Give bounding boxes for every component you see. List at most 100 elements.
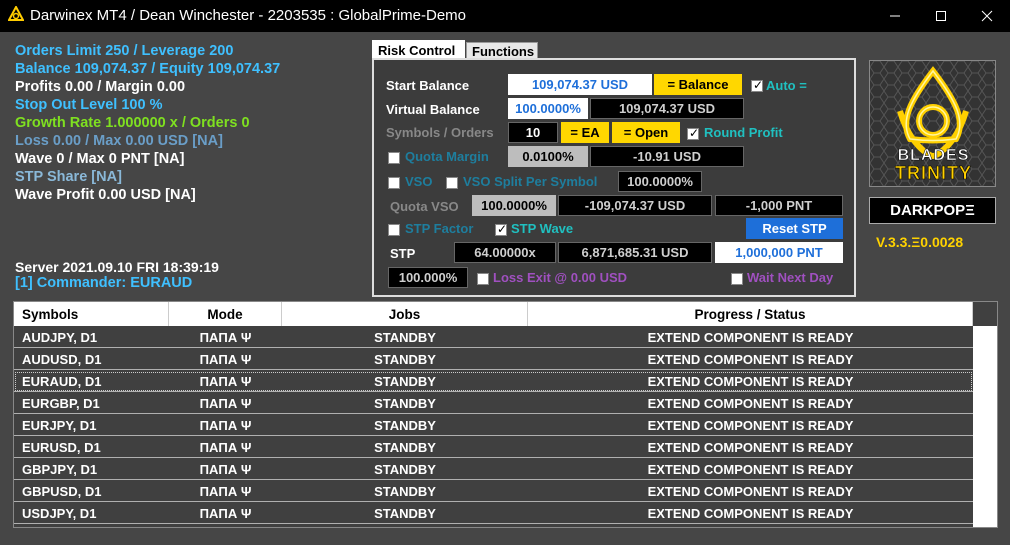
- table-row[interactable]: AUDJPY, D1 ΠΑΠΑ Ψ STANDBY EXTEND COMPONENT …: [14, 327, 973, 348]
- stp-multiplier-field[interactable]: 64.00000x: [454, 242, 556, 263]
- symbols-count-field[interactable]: 10: [508, 122, 558, 143]
- cell-mode: ΠΑΠΑ Ψ: [199, 396, 252, 411]
- cell-status: EXTEND COMPONENT IS READY: [647, 330, 854, 345]
- quota-vso-pnt-value: -1,000 PNT: [715, 195, 843, 216]
- blades-trinity-logo: BLADES TRINITY: [869, 60, 996, 187]
- version-text: V.3.3.Ξ0.0028: [876, 234, 964, 250]
- quota-margin-value: -10.91 USD: [590, 146, 744, 167]
- virtual-balance-pct-field[interactable]: 100.0000%: [508, 98, 588, 119]
- stp-wave-label: STP Wave: [511, 221, 574, 236]
- commander-text: [1] Commander: EURAUD: [15, 275, 193, 291]
- cell-job: STANDBY: [374, 462, 436, 477]
- cell-status: EXTEND COMPONENT IS READY: [647, 440, 854, 455]
- server-time-text: Server 2021.09.10 FRI 18:39:19: [15, 259, 219, 275]
- vso-label: VSO: [405, 174, 433, 189]
- column-header-jobs[interactable]: Jobs: [282, 302, 528, 326]
- vso-checkbox[interactable]: [388, 177, 400, 189]
- start-balance-field[interactable]: 109,074.37 USD: [508, 74, 652, 95]
- cell-symbol: EURUSD, D1: [22, 440, 101, 455]
- growth-rate-text: Growth Rate 1.000000 x / Orders 0: [15, 115, 250, 131]
- table-header: Symbols Mode Jobs Progress / Status: [14, 302, 973, 326]
- loss-exit-checkbox[interactable]: [477, 273, 489, 285]
- cell-symbol: GBPUSD, D1: [22, 484, 102, 499]
- quota-margin-checkbox[interactable]: [388, 152, 400, 164]
- wait-next-day-checkbox[interactable]: [731, 273, 743, 285]
- stp-factor-label: STP Factor: [405, 221, 474, 236]
- cell-symbol: EURGBP, D1: [22, 396, 100, 411]
- cell-symbol: EURAUD, D1: [22, 374, 102, 389]
- vso-split-pct-field[interactable]: 100.0000%: [618, 171, 702, 192]
- title-bar: Darwinex MT4 / Dean Winchester - 2203535…: [0, 0, 1010, 32]
- table-row[interactable]: EURAUD, D1 ΠΑΠΑ Ψ STANDBY EXTEND COMPONENT …: [14, 371, 973, 392]
- cell-status: EXTEND COMPONENT IS READY: [647, 506, 854, 521]
- cell-status: EXTEND COMPONENT IS READY: [647, 352, 854, 367]
- column-header-symbols[interactable]: Symbols: [14, 302, 169, 326]
- window-title: Darwinex MT4 / Dean Winchester - 2203535…: [30, 7, 467, 24]
- table-row[interactable]: GBPUSD, D1 ΠΑΠΑ Ψ STANDBY EXTEND COMPONENT …: [14, 481, 973, 502]
- cell-mode: ΠΑΠΑ Ψ: [199, 484, 252, 499]
- round-profit-label: Round Profit: [704, 125, 783, 140]
- cell-job: STANDBY: [374, 440, 436, 455]
- loss-exit-pct-field[interactable]: 100.000%: [388, 267, 468, 288]
- cell-mode: ΠΑΠΑ Ψ: [199, 418, 252, 433]
- cell-symbol: GBPJPY, D1: [22, 462, 98, 477]
- virtual-balance-value: 109,074.37 USD: [590, 98, 744, 119]
- column-header-progress[interactable]: Progress / Status: [528, 302, 973, 326]
- cell-job: STANDBY: [374, 506, 436, 521]
- stp-share-text: STP Share [NA]: [15, 169, 122, 185]
- logo-text-trinity: TRINITY: [895, 163, 972, 184]
- loss-exit-label: Loss Exit @ 0.00 USD: [493, 270, 628, 285]
- column-header-mode[interactable]: Mode: [169, 302, 282, 326]
- cell-job: STANDBY: [374, 484, 436, 499]
- minimize-button[interactable]: [872, 0, 918, 32]
- cell-status: EXTEND COMPONENT IS READY: [647, 484, 854, 499]
- table-row[interactable]: EURGBP, D1 ΠΑΠΑ Ψ STANDBY EXTEND COMPONENT …: [14, 393, 973, 414]
- vso-split-checkbox[interactable]: [446, 177, 458, 189]
- auto-checkbox[interactable]: [751, 78, 763, 92]
- stp-wave-checkbox[interactable]: [495, 222, 507, 236]
- stp-usd-value: 6,871,685.31 USD: [558, 242, 712, 263]
- cell-status: EXTEND COMPONENT IS READY: [647, 396, 854, 411]
- cell-mode: ΠΑΠΑ Ψ: [199, 440, 252, 455]
- table-row[interactable]: EURJPY, D1 ΠΑΠΑ Ψ STANDBY EXTEND COMPONENT …: [14, 415, 973, 436]
- quota-vso-label: Quota VSO: [390, 199, 459, 214]
- quota-margin-pct-field[interactable]: 0.0100%: [508, 146, 588, 167]
- table-scrollbar[interactable]: [973, 326, 997, 527]
- tab-risk-control[interactable]: Risk Control: [372, 40, 465, 60]
- table-row[interactable]: USDJPY, D1 ΠΑΠΑ Ψ STANDBY EXTEND COMPONENT …: [14, 503, 973, 524]
- table-row[interactable]: EURUSD, D1 ΠΑΠΑ Ψ STANDBY EXTEND COMPONENT …: [14, 437, 973, 458]
- stp-factor-checkbox[interactable]: [388, 224, 400, 236]
- stp-pnt-value: 1,000,000 PNT: [715, 242, 843, 263]
- auto-label: Auto =: [766, 78, 807, 93]
- cell-job: STANDBY: [374, 352, 436, 367]
- virtual-balance-label: Virtual Balance: [386, 102, 480, 117]
- cell-mode: ΠΑΠΑ Ψ: [199, 352, 252, 367]
- close-button[interactable]: [964, 0, 1010, 32]
- symbols-orders-label: Symbols / Orders: [386, 125, 494, 140]
- equals-ea-button[interactable]: = EA: [561, 122, 609, 143]
- quota-vso-pct-field[interactable]: 100.0000%: [472, 195, 556, 216]
- cell-job: STANDBY: [374, 418, 436, 433]
- cell-job: STANDBY: [374, 396, 436, 411]
- equals-open-button[interactable]: = Open: [612, 122, 680, 143]
- cell-symbol: EURJPY, D1: [22, 418, 97, 433]
- darkpope-badge: DARKPOPΞ: [869, 197, 996, 224]
- start-balance-label: Start Balance: [386, 78, 470, 93]
- equals-balance-button[interactable]: = Balance: [654, 74, 742, 95]
- wait-next-day-label: Wait Next Day: [747, 270, 834, 285]
- trinity-app-icon: [7, 4, 25, 27]
- cell-mode: ΠΑΠΑ Ψ: [199, 462, 252, 477]
- reset-stp-button[interactable]: Reset STP: [746, 218, 843, 239]
- cell-mode: ΠΑΠΑ Ψ: [199, 506, 252, 521]
- cell-mode: ΠΑΠΑ Ψ: [199, 374, 252, 389]
- wave-max-text: Wave 0 / Max 0 PNT [NA]: [15, 151, 185, 167]
- table-row[interactable]: GBPJPY, D1 ΠΑΠΑ Ψ STANDBY EXTEND COMPONENT …: [14, 459, 973, 480]
- round-profit-checkbox[interactable]: [687, 126, 699, 140]
- table-row[interactable]: AUDUSD, D1 ΠΑΠΑ Ψ STANDBY EXTEND COMPONENT …: [14, 349, 973, 370]
- maximize-button[interactable]: [918, 0, 964, 32]
- cell-status: EXTEND COMPONENT IS READY: [647, 418, 854, 433]
- cell-mode: ΠΑΠΑ Ψ: [199, 330, 252, 345]
- risk-control-panel: Start Balance 109,074.37 USD = Balance A…: [372, 58, 856, 297]
- stp-label: STP: [390, 246, 416, 261]
- loss-max-text: Loss 0.00 / Max 0.00 USD [NA]: [15, 133, 223, 149]
